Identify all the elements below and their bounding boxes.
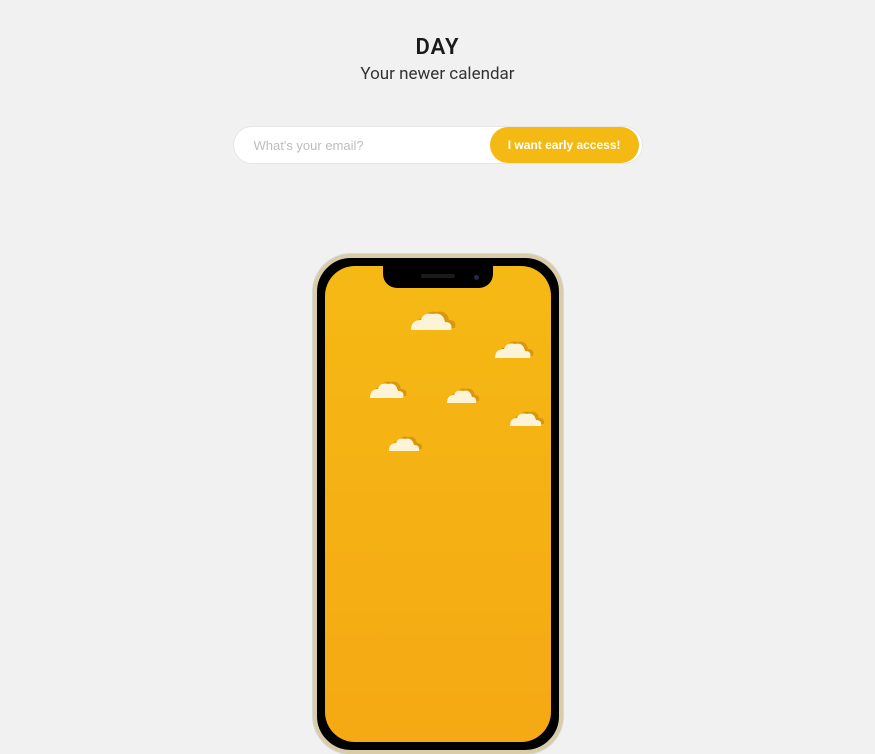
cloud-icon [443, 384, 481, 406]
phone-mockup [313, 254, 563, 754]
camera-icon [474, 275, 479, 280]
email-input[interactable] [254, 138, 490, 153]
cloud-icon [505, 406, 547, 430]
cloud-icon [490, 336, 536, 362]
early-access-button[interactable]: I want early access! [490, 127, 639, 163]
app-title: DAY [416, 35, 460, 60]
cloud-icon [365, 376, 409, 402]
early-access-form: I want early access! [233, 126, 643, 164]
app-tagline: Your newer calendar [360, 64, 514, 84]
speaker-icon [421, 274, 455, 278]
cloud-icon [385, 431, 425, 455]
cloud-icon [405, 306, 457, 336]
phone-notch [383, 266, 493, 288]
phone-screen [325, 266, 551, 742]
phone-frame [313, 254, 563, 754]
